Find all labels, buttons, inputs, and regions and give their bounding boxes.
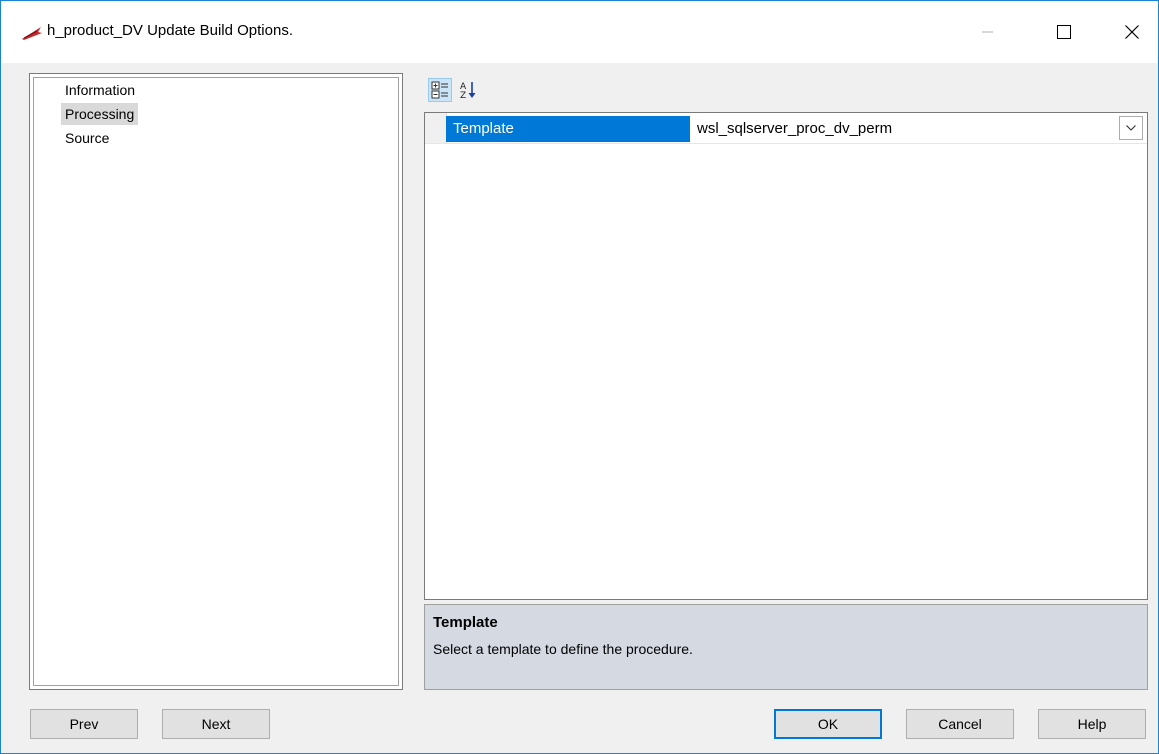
tree-item-information[interactable]: Information [61,79,139,101]
window-title: h_product_DV Update Build Options. [47,22,293,39]
template-dropdown-button[interactable] [1119,116,1143,140]
dialog-window: h_product_DV Update Build Options. Infor… [0,0,1159,754]
next-button[interactable]: Next [162,709,270,739]
sort-alphabetical-icon: A Z [460,82,476,100]
minimize-icon [982,31,993,33]
app-logo-icon [22,27,42,40]
categorized-view-icon [431,81,448,99]
property-name-template[interactable]: Template [446,116,690,142]
close-icon [1125,25,1139,39]
title-bar[interactable]: h_product_DV Update Build Options. [1,1,1158,63]
cancel-button[interactable]: Cancel [906,709,1014,739]
svg-text:Z: Z [460,91,466,100]
description-text: Select a template to define the procedur… [433,641,693,657]
maximize-icon [1057,25,1071,39]
property-description-panel: Template Select a template to define the… [424,604,1148,690]
categorized-view-button[interactable] [428,78,452,102]
property-row-divider [425,143,1147,144]
tree-item-source[interactable]: Source [61,127,113,149]
options-tree[interactable]: Information Processing Source [29,73,403,690]
description-title: Template [433,614,498,631]
prev-button[interactable]: Prev [30,709,138,739]
chevron-down-icon [1126,125,1136,131]
close-button[interactable] [1109,1,1155,63]
ok-button[interactable]: OK [774,709,882,739]
minimize-button[interactable] [965,1,1011,63]
property-grid[interactable]: Template wsl_sqlserver_proc_dv_perm [424,112,1148,600]
property-row-gutter [425,113,447,143]
help-button[interactable]: Help [1038,709,1146,739]
tree-item-processing[interactable]: Processing [61,103,139,125]
sort-alphabetical-button[interactable]: A Z [456,78,480,102]
maximize-button[interactable] [1041,1,1087,63]
options-tree-frame [33,77,399,686]
property-value-template[interactable]: wsl_sqlserver_proc_dv_perm [691,116,1115,142]
